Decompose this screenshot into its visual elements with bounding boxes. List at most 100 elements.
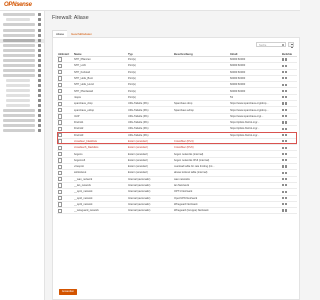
delete-icon[interactable] bbox=[284, 203, 288, 206]
enabled-checkbox[interactable] bbox=[58, 164, 63, 169]
edit-icon[interactable] bbox=[282, 190, 285, 193]
delete-icon[interactable] bbox=[284, 165, 288, 168]
sidebar-item[interactable] bbox=[0, 109, 44, 113]
edit-icon[interactable] bbox=[282, 96, 285, 99]
delete-icon[interactable] bbox=[284, 152, 288, 155]
edit-icon[interactable] bbox=[282, 102, 285, 105]
delete-icon[interactable] bbox=[284, 184, 288, 187]
delete-icon[interactable] bbox=[284, 140, 288, 143]
sidebar-item[interactable] bbox=[0, 59, 44, 63]
enabled-checkbox[interactable] bbox=[58, 88, 63, 94]
enabled-checkbox[interactable] bbox=[58, 195, 63, 201]
enabled-checkbox[interactable] bbox=[58, 101, 63, 106]
enabled-checkbox[interactable] bbox=[58, 57, 63, 62]
sidebar-item[interactable] bbox=[0, 18, 44, 22]
apply-button[interactable]: Anwenden bbox=[59, 289, 77, 295]
edit-icon[interactable] bbox=[282, 196, 285, 200]
delete-icon[interactable] bbox=[284, 89, 288, 93]
sidebar-item[interactable] bbox=[0, 104, 44, 108]
enabled-checkbox[interactable] bbox=[58, 145, 63, 150]
edit-icon[interactable] bbox=[282, 140, 285, 143]
edit-icon[interactable] bbox=[282, 165, 285, 168]
sidebar-item[interactable] bbox=[0, 99, 44, 103]
enabled-checkbox[interactable] bbox=[58, 120, 63, 125]
edit-icon[interactable] bbox=[282, 58, 285, 61]
sidebar-item[interactable] bbox=[0, 84, 44, 88]
table-row[interactable]: __wireguard_network Internal (automatic) W… bbox=[57, 207, 297, 215]
brand-logo[interactable]: OPNsense bbox=[4, 2, 32, 8]
enabled-checkbox[interactable] bbox=[58, 63, 63, 69]
delete-icon[interactable] bbox=[284, 190, 288, 193]
column-options-button[interactable] bbox=[288, 42, 294, 48]
enabled-checkbox[interactable] bbox=[58, 170, 63, 176]
delete-icon[interactable] bbox=[284, 171, 288, 174]
enabled-checkbox[interactable] bbox=[58, 183, 63, 188]
delete-icon[interactable] bbox=[284, 121, 288, 124]
enabled-checkbox[interactable] bbox=[58, 82, 63, 87]
edit-icon[interactable] bbox=[282, 121, 285, 124]
edit-icon[interactable] bbox=[282, 178, 285, 181]
sidebar-item[interactable] bbox=[0, 29, 44, 33]
sidebar-item[interactable] bbox=[0, 23, 44, 27]
delete-icon[interactable] bbox=[284, 96, 288, 99]
sidebar-item[interactable] bbox=[0, 119, 44, 123]
enabled-checkbox[interactable] bbox=[58, 151, 63, 157]
delete-icon[interactable] bbox=[284, 64, 288, 67]
enabled-checkbox[interactable] bbox=[58, 95, 63, 100]
delete-icon[interactable] bbox=[284, 127, 288, 130]
delete-icon[interactable] bbox=[284, 178, 288, 181]
enabled-checkbox[interactable] bbox=[58, 107, 63, 113]
enabled-checkbox[interactable] bbox=[58, 139, 63, 144]
delete-icon[interactable] bbox=[284, 58, 288, 61]
edit-icon[interactable] bbox=[282, 64, 285, 67]
enabled-checkbox[interactable] bbox=[58, 126, 63, 132]
sidebar-item[interactable] bbox=[0, 79, 44, 83]
edit-icon[interactable] bbox=[282, 133, 285, 137]
sidebar-item[interactable] bbox=[0, 44, 44, 48]
sidebar-item[interactable] bbox=[0, 114, 44, 118]
delete-icon[interactable] bbox=[284, 133, 288, 137]
sidebar-item[interactable] bbox=[0, 64, 44, 68]
sidebar-item[interactable] bbox=[0, 13, 44, 17]
delete-icon[interactable] bbox=[284, 196, 288, 200]
sidebar-item[interactable] bbox=[0, 39, 44, 43]
edit-icon[interactable] bbox=[282, 159, 285, 162]
enabled-checkbox[interactable] bbox=[58, 189, 63, 194]
search-input[interactable]: Suche bbox=[256, 42, 286, 47]
enabled-checkbox[interactable] bbox=[58, 70, 63, 75]
sidebar-item[interactable] bbox=[0, 69, 44, 73]
edit-icon[interactable] bbox=[282, 70, 285, 74]
sidebar-item[interactable] bbox=[0, 129, 44, 133]
edit-icon[interactable] bbox=[282, 152, 285, 155]
delete-icon[interactable] bbox=[284, 77, 288, 80]
edit-icon[interactable] bbox=[282, 108, 285, 111]
delete-icon[interactable] bbox=[284, 83, 288, 86]
edit-icon[interactable] bbox=[282, 209, 285, 212]
sidebar-item[interactable] bbox=[0, 49, 44, 53]
delete-icon[interactable] bbox=[284, 102, 288, 105]
delete-icon[interactable] bbox=[284, 115, 288, 118]
enabled-checkbox[interactable] bbox=[58, 133, 63, 138]
edit-icon[interactable] bbox=[282, 77, 285, 80]
sidebar-item[interactable] bbox=[0, 94, 44, 98]
edit-icon[interactable] bbox=[282, 184, 285, 187]
sidebar-item[interactable] bbox=[0, 124, 44, 128]
enabled-checkbox[interactable] bbox=[58, 208, 63, 213]
edit-icon[interactable] bbox=[282, 146, 285, 149]
delete-icon[interactable] bbox=[284, 159, 288, 162]
edit-icon[interactable] bbox=[282, 203, 285, 206]
enabled-checkbox[interactable] bbox=[58, 177, 63, 182]
delete-icon[interactable] bbox=[284, 108, 288, 111]
enabled-checkbox[interactable] bbox=[58, 76, 63, 81]
edit-icon[interactable] bbox=[282, 127, 285, 130]
delete-icon[interactable] bbox=[284, 146, 288, 149]
sidebar-item[interactable] bbox=[0, 89, 44, 93]
enabled-checkbox[interactable] bbox=[58, 114, 63, 119]
delete-icon[interactable] bbox=[284, 209, 288, 212]
edit-icon[interactable] bbox=[282, 89, 285, 93]
enabled-checkbox[interactable] bbox=[58, 202, 63, 207]
delete-icon[interactable] bbox=[284, 70, 288, 74]
sidebar-item[interactable] bbox=[0, 54, 44, 58]
edit-icon[interactable] bbox=[282, 115, 285, 118]
enabled-checkbox[interactable] bbox=[58, 158, 63, 163]
